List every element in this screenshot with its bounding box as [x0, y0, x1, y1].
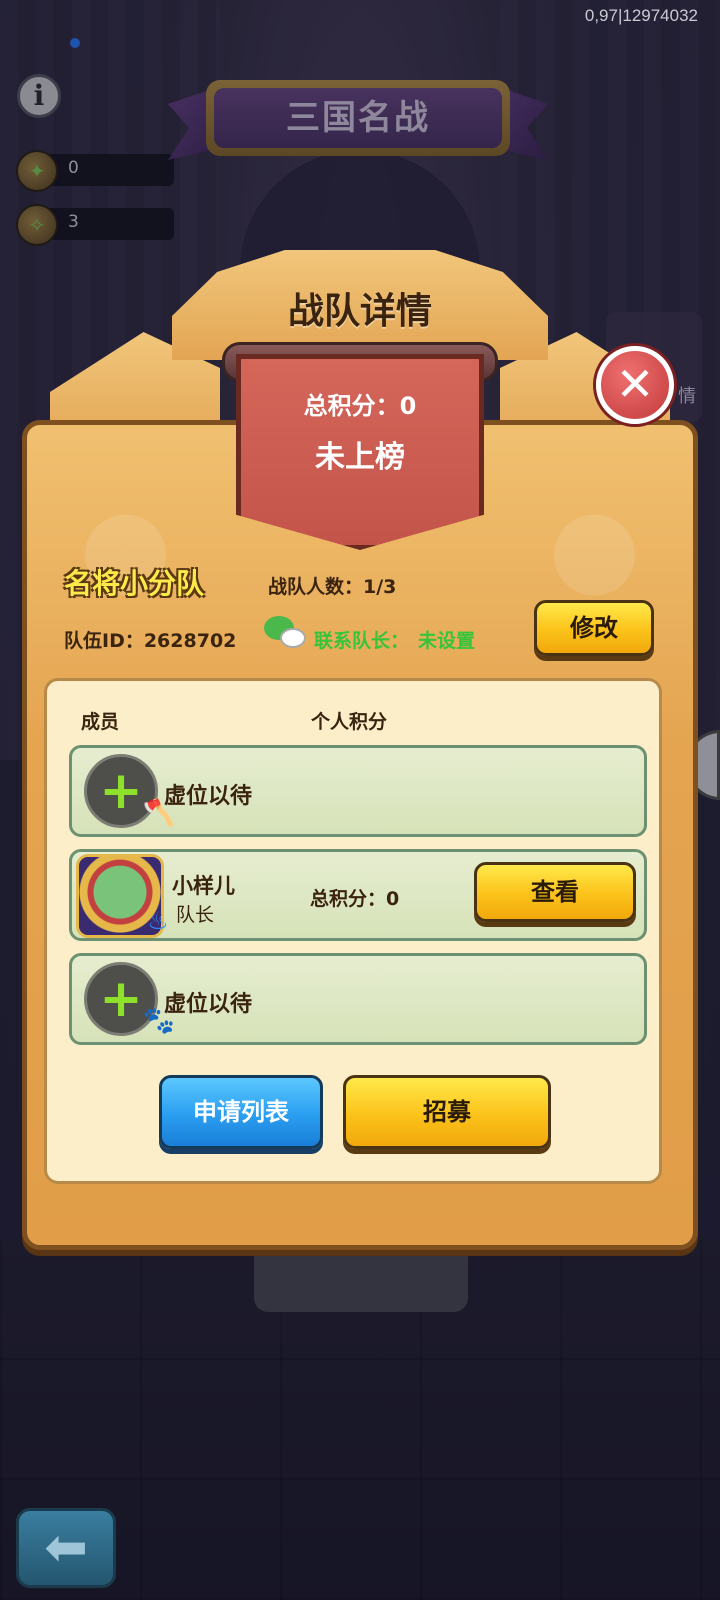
- modal-title: 战队详情: [287, 291, 432, 332]
- close-icon: ✕: [615, 357, 655, 411]
- slot-waiting-label: 虚位以待: [164, 784, 253, 809]
- back-arrow-button[interactable]: ⬅: [16, 1508, 116, 1588]
- slot-waiting-label: 虚位以待: [164, 992, 253, 1017]
- close-button[interactable]: ✕: [596, 346, 674, 424]
- apply-list-button[interactable]: 申请列表: [159, 1075, 323, 1149]
- wechat-icon: [264, 616, 308, 652]
- column-header-personal-score: 个人积分: [311, 711, 388, 733]
- member-slot-empty[interactable]: + 🪓 虚位以待: [69, 745, 647, 837]
- member-slot-captain: ♨ 小样儿 队长 总积分：0 查看: [69, 849, 647, 941]
- member-role: 队长: [176, 904, 215, 926]
- contact-captain-value[interactable]: 未设置: [418, 626, 475, 653]
- member-name: 小样儿: [172, 874, 235, 898]
- team-total-score: 总积分：0: [303, 392, 417, 420]
- flame-icon: ♨: [147, 907, 169, 935]
- member-list-panel: 成员 个人积分 + 🪓 虚位以待 ♨ 小样儿 队长 总积分：0 查看 + 🐾 虚…: [44, 678, 662, 1184]
- recruit-button[interactable]: 招募: [343, 1075, 551, 1149]
- edit-button[interactable]: 修改: [534, 600, 654, 656]
- team-name: 名将小分队: [64, 567, 205, 600]
- team-rank-status: 未上榜: [315, 440, 405, 475]
- view-member-button[interactable]: 查看: [474, 862, 636, 922]
- contact-captain-label: 联系队长：: [314, 630, 410, 652]
- column-header-member: 成员: [81, 711, 120, 733]
- team-id: 队伍ID：2628702: [64, 630, 237, 652]
- member-slot-empty[interactable]: + 🐾 虚位以待: [69, 953, 647, 1045]
- debug-status-text: 0,97|12974032: [584, 6, 698, 25]
- team-member-count: 战队人数：1/3: [268, 576, 397, 598]
- team-details-modal: 战队详情 总积分：0 未上榜 ✕ 名将小分队 战队人数：1/3 队伍ID：262…: [22, 250, 698, 1250]
- member-score: 总积分：0: [310, 888, 400, 910]
